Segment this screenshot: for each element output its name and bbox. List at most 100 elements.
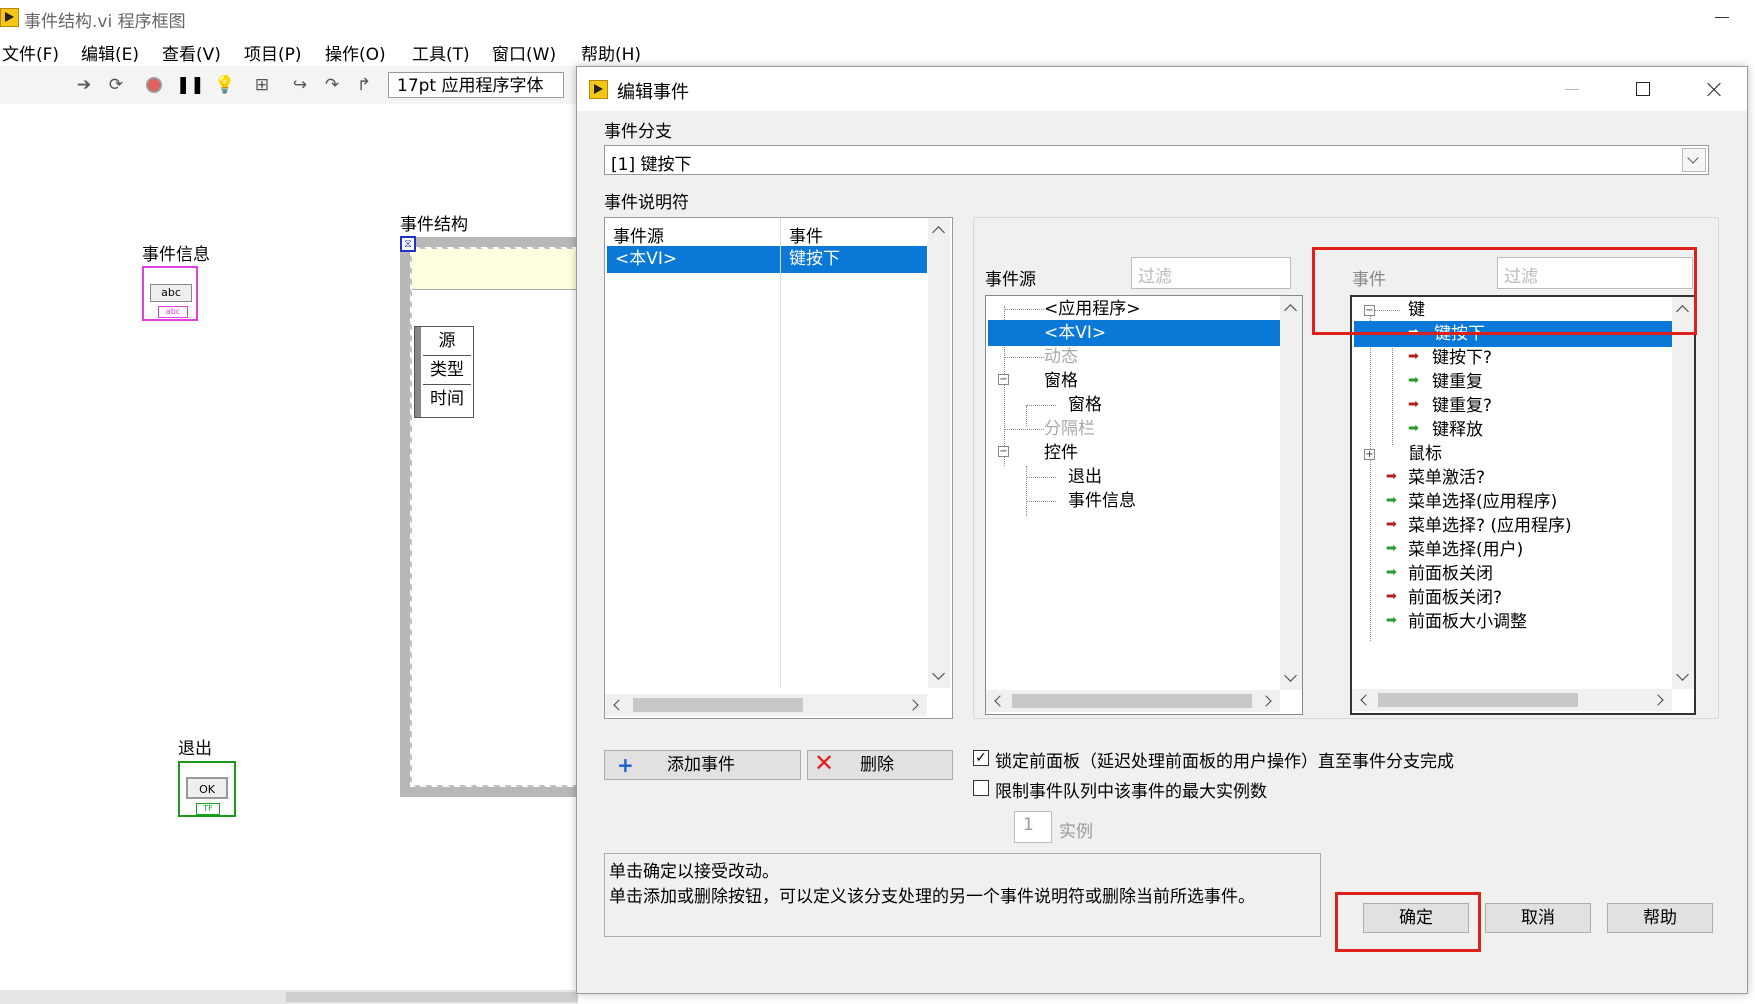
- event-structure-selector-bar[interactable]: [412, 249, 580, 290]
- event-structure-label: 事件结构: [400, 215, 468, 235]
- tree-item[interactable]: 键释放: [1432, 417, 1483, 443]
- scroll-up-icon[interactable]: [1284, 304, 1297, 317]
- menu-tools[interactable]: 工具(T): [412, 40, 470, 65]
- hourglass-icon[interactable]: ⧖: [400, 236, 416, 252]
- minimize-button[interactable]: [1537, 67, 1607, 111]
- scroll-right-icon[interactable]: [1260, 695, 1272, 707]
- tree-item[interactable]: 事件信息: [1068, 488, 1136, 514]
- font-select[interactable]: 17pt 应用程序字体: [388, 72, 564, 98]
- scroll-left-icon[interactable]: [994, 695, 1006, 707]
- limit-instances-checkbox[interactable]: [973, 780, 989, 796]
- menu-edit[interactable]: 编辑(E): [81, 40, 139, 65]
- highlight-execution-icon[interactable]: 💡: [214, 75, 235, 95]
- tree-item[interactable]: 键重复: [1432, 369, 1483, 395]
- tree-item[interactable]: 前面板关闭?: [1408, 585, 1502, 611]
- abort-icon[interactable]: [144, 75, 164, 95]
- menu-project[interactable]: 项目(P): [244, 40, 302, 65]
- tree-item[interactable]: 菜单选择(应用程序): [1408, 489, 1557, 515]
- column-header-event[interactable]: 事件: [789, 222, 823, 247]
- events-vertical-scrollbar[interactable]: [1672, 297, 1694, 689]
- tree-item[interactable]: 键重复?: [1432, 393, 1492, 419]
- ok-button[interactable]: 确定: [1363, 903, 1469, 933]
- scroll-right-icon[interactable]: [907, 699, 919, 711]
- tree-item-selected[interactable]: <本VI>: [988, 320, 1280, 346]
- event-structure[interactable]: [400, 237, 590, 797]
- expand-icon[interactable]: +: [1364, 449, 1375, 460]
- menu-view[interactable]: 查看(V): [162, 40, 221, 65]
- add-event-button[interactable]: + 添加事件: [604, 750, 801, 780]
- scroll-down-icon[interactable]: [1284, 669, 1297, 682]
- run-arrow-icon[interactable]: ➔: [74, 75, 94, 95]
- scroll-left-icon[interactable]: [613, 699, 625, 711]
- event-sources-tree[interactable]: <应用程序> <本VI> 动态 − 窗格 窗格 分隔栏 − 控件 退出 事件信息: [985, 295, 1303, 715]
- close-button[interactable]: [1677, 67, 1747, 111]
- diagram-scroll-thumb[interactable]: [286, 992, 578, 1002]
- step-into-icon[interactable]: ↪: [290, 75, 310, 95]
- sources-filter-input[interactable]: 过滤: [1131, 257, 1291, 289]
- event-case-select[interactable]: [1] 键按下: [604, 145, 1709, 175]
- diagram-horizontal-scrollbar[interactable]: [0, 990, 578, 1004]
- node-item-source[interactable]: 源: [423, 327, 471, 356]
- scroll-right-icon[interactable]: [1652, 694, 1664, 706]
- delete-button[interactable]: ✕ 删除: [807, 749, 953, 780]
- node-item-type[interactable]: 类型: [423, 356, 471, 385]
- tree-item[interactable]: 窗格: [1068, 392, 1102, 418]
- table-row[interactable]: <本VI>: [607, 246, 780, 273]
- maximize-button[interactable]: [1607, 67, 1677, 111]
- event-info-terminal[interactable]: abc abc: [142, 266, 198, 321]
- collapse-icon[interactable]: −: [998, 374, 1009, 385]
- tree-item[interactable]: 动态: [1044, 344, 1078, 370]
- step-over-icon[interactable]: ↷: [322, 75, 342, 95]
- retain-wire-values-icon[interactable]: ⊞: [252, 75, 272, 95]
- scroll-up-icon[interactable]: [1676, 305, 1689, 318]
- menu-window[interactable]: 窗口(W): [492, 40, 556, 65]
- sources-vertical-scrollbar[interactable]: [1280, 296, 1302, 690]
- sources-horizontal-scrollbar[interactable]: [986, 690, 1280, 712]
- collapse-icon[interactable]: −: [998, 446, 1009, 457]
- instances-input[interactable]: 1: [1014, 811, 1052, 843]
- menu-operate[interactable]: 操作(O): [325, 40, 386, 65]
- help-button[interactable]: 帮助: [1607, 903, 1713, 933]
- tree-item[interactable]: 键: [1408, 297, 1425, 323]
- tree-item[interactable]: 菜单激活?: [1408, 465, 1485, 491]
- node-item-time[interactable]: 时间: [423, 385, 471, 413]
- scroll-down-icon[interactable]: [932, 667, 945, 680]
- tree-item[interactable]: 菜单选择(用户): [1408, 537, 1523, 563]
- events-tree[interactable]: − 键 键按下 ➡ ➡ 键按下? ➡ 键重复 ➡ 键重复? ➡ 键释放 + 鼠标…: [1350, 295, 1696, 715]
- table-row[interactable]: 键按下: [781, 246, 927, 273]
- events-horizontal-scrollbar[interactable]: [1352, 689, 1672, 711]
- table-vertical-scrollbar[interactable]: [928, 218, 950, 688]
- tree-item[interactable]: 控件: [1044, 440, 1078, 466]
- event-specifiers-table[interactable]: 事件源 事件 <本VI> 键按下: [604, 217, 953, 719]
- pause-icon[interactable]: ❚❚: [176, 75, 205, 95]
- tree-item[interactable]: 键按下?: [1432, 345, 1492, 371]
- scroll-left-icon[interactable]: [1360, 694, 1372, 706]
- tree-item[interactable]: 菜单选择? (应用程序): [1408, 513, 1572, 539]
- table-horizontal-scrollbar[interactable]: [605, 694, 927, 716]
- tree-item[interactable]: 分隔栏: [1044, 416, 1095, 442]
- tree-item[interactable]: 退出: [1068, 464, 1102, 490]
- collapse-icon[interactable]: −: [1364, 305, 1375, 316]
- tree-item-selected[interactable]: 键按下: [1354, 321, 1672, 347]
- cancel-button[interactable]: 取消: [1485, 903, 1591, 933]
- tree-item[interactable]: 前面板关闭: [1408, 561, 1493, 587]
- event-data-node[interactable]: 源 类型 时间: [414, 326, 474, 418]
- main-minimize-button[interactable]: [1697, 0, 1747, 34]
- run-continuously-icon[interactable]: ⟳: [106, 75, 126, 95]
- quit-terminal[interactable]: OK TF: [178, 761, 236, 817]
- event-info-terminal-icon: abc: [150, 284, 192, 302]
- events-filter-input[interactable]: 过滤: [1497, 257, 1693, 289]
- menu-help[interactable]: 帮助(H): [581, 40, 641, 65]
- scroll-up-icon[interactable]: [932, 226, 945, 239]
- chevron-down-icon[interactable]: [1682, 148, 1706, 172]
- tree-item[interactable]: 鼠标: [1408, 441, 1442, 467]
- step-out-icon[interactable]: ↱: [354, 75, 374, 95]
- tree-item[interactable]: 前面板大小调整: [1408, 609, 1527, 635]
- lock-panel-checkbox[interactable]: ✓: [973, 750, 989, 766]
- menu-file[interactable]: 文件(F): [2, 40, 59, 65]
- column-header-source[interactable]: 事件源: [613, 222, 664, 247]
- scroll-down-icon[interactable]: [1676, 668, 1689, 681]
- tree-item[interactable]: <应用程序>: [1044, 296, 1141, 322]
- event-case-value: [1] 键按下: [611, 155, 692, 175]
- tree-item[interactable]: 窗格: [1044, 368, 1078, 394]
